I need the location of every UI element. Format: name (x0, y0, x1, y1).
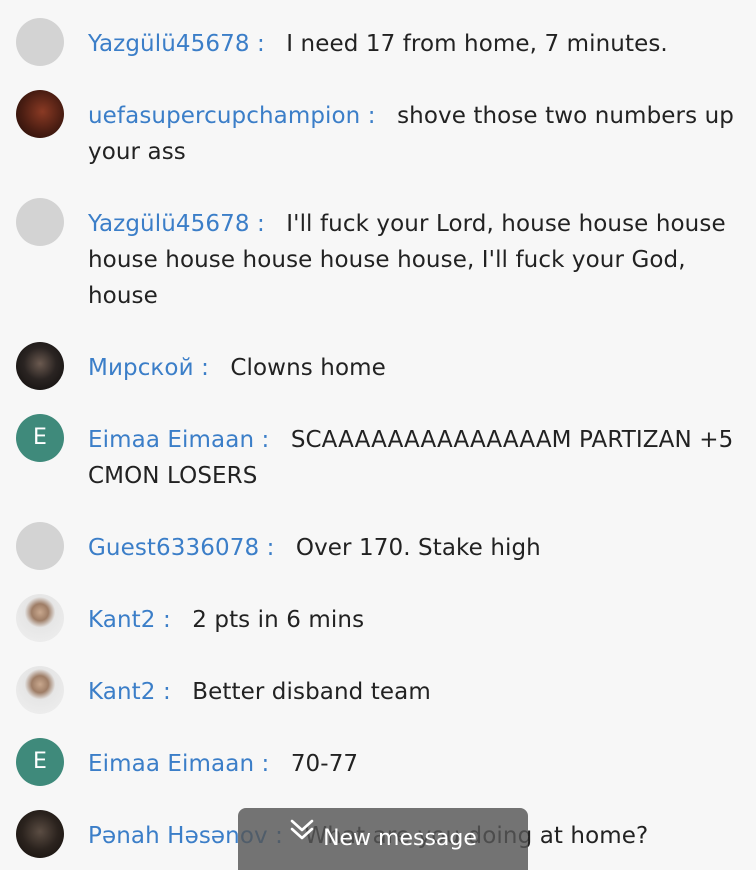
separator: : (162, 607, 171, 633)
double-chevron-down-icon (289, 805, 315, 867)
username[interactable]: Eimaa Eimaan (88, 751, 254, 777)
separator: : (201, 355, 209, 381)
message-text: 2 pts in 6 mins (192, 607, 365, 633)
avatar[interactable] (16, 342, 64, 390)
separator: : (162, 679, 171, 705)
message-body: Kant2 : 2 pts in 6 mins (88, 602, 742, 638)
username[interactable]: Мирской (88, 355, 194, 381)
separator: : (256, 31, 265, 57)
avatar[interactable] (16, 90, 64, 138)
username[interactable]: Yazgülü45678 (88, 211, 250, 237)
message-body: Eimaa Eimaan : 70-77 (88, 746, 742, 782)
separator: : (261, 751, 270, 777)
new-message-button[interactable]: New message (238, 808, 528, 870)
username[interactable]: Yazgülü45678 (88, 31, 250, 57)
message-text: Better disband team (192, 679, 431, 705)
username[interactable]: Eimaa Eimaan (88, 427, 254, 453)
message-body: Мирской : Clowns home (88, 350, 742, 386)
message-body: Yazgülü45678 : I'll fuck your Lord, hous… (88, 206, 742, 314)
avatar[interactable] (16, 594, 64, 642)
separator: : (367, 103, 376, 129)
avatar[interactable] (16, 18, 64, 66)
username[interactable]: Kant2 (88, 679, 156, 705)
message-text: Over 170. Stake high (295, 535, 541, 561)
username[interactable]: Guest6336078 (88, 535, 259, 561)
username[interactable]: Kant2 (88, 607, 156, 633)
message-body: Guest6336078 : Over 170. Stake high (88, 530, 742, 566)
avatar[interactable] (16, 666, 64, 714)
avatar-letter[interactable]: E (16, 414, 64, 462)
avatar-letter[interactable]: E (16, 738, 64, 786)
message-body: Kant2 : Better disband team (88, 674, 742, 710)
separator: : (261, 427, 270, 453)
avatar[interactable] (16, 522, 64, 570)
message-text: Clowns home (230, 355, 386, 381)
separator: : (266, 535, 275, 561)
avatar[interactable] (16, 198, 64, 246)
separator: : (256, 211, 265, 237)
new-message-label: New message (323, 826, 477, 851)
message-body: Yazgülü45678 : I need 17 from home, 7 mi… (88, 26, 742, 62)
avatar[interactable] (16, 810, 64, 858)
message-body: uefasupercupchampion : shove those two n… (88, 98, 742, 170)
message-text: 70-77 (290, 751, 359, 777)
message-body: Eimaa Eimaan : SCAAAAAAAAAAAAAAM PARTIZA… (88, 422, 742, 494)
username[interactable]: uefasupercupchampion (88, 103, 360, 129)
chat-feed: Yazgülü45678 : I need 17 from home, 7 mi… (0, 0, 756, 870)
message-text: I need 17 from home, 7 minutes. (286, 31, 668, 57)
